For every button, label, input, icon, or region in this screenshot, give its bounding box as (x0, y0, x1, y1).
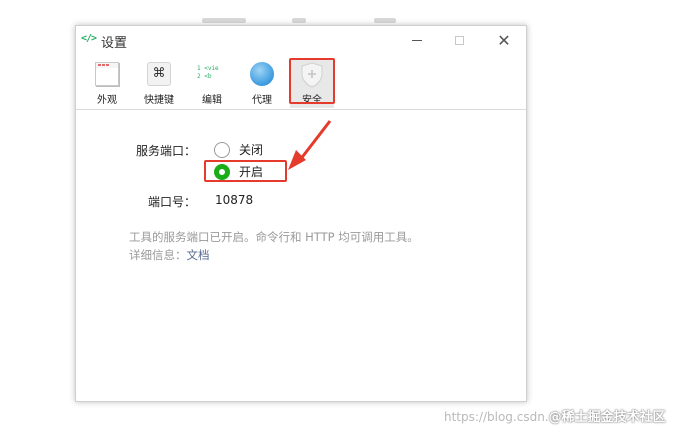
watermark: https://blog.csdn.@稀土掘金技术社区 (444, 406, 666, 425)
watermark-brand: @稀土掘金技术社区 (548, 410, 666, 425)
watermark-url: https://blog.csdn. (444, 410, 549, 424)
annotation-arrow (288, 120, 332, 170)
